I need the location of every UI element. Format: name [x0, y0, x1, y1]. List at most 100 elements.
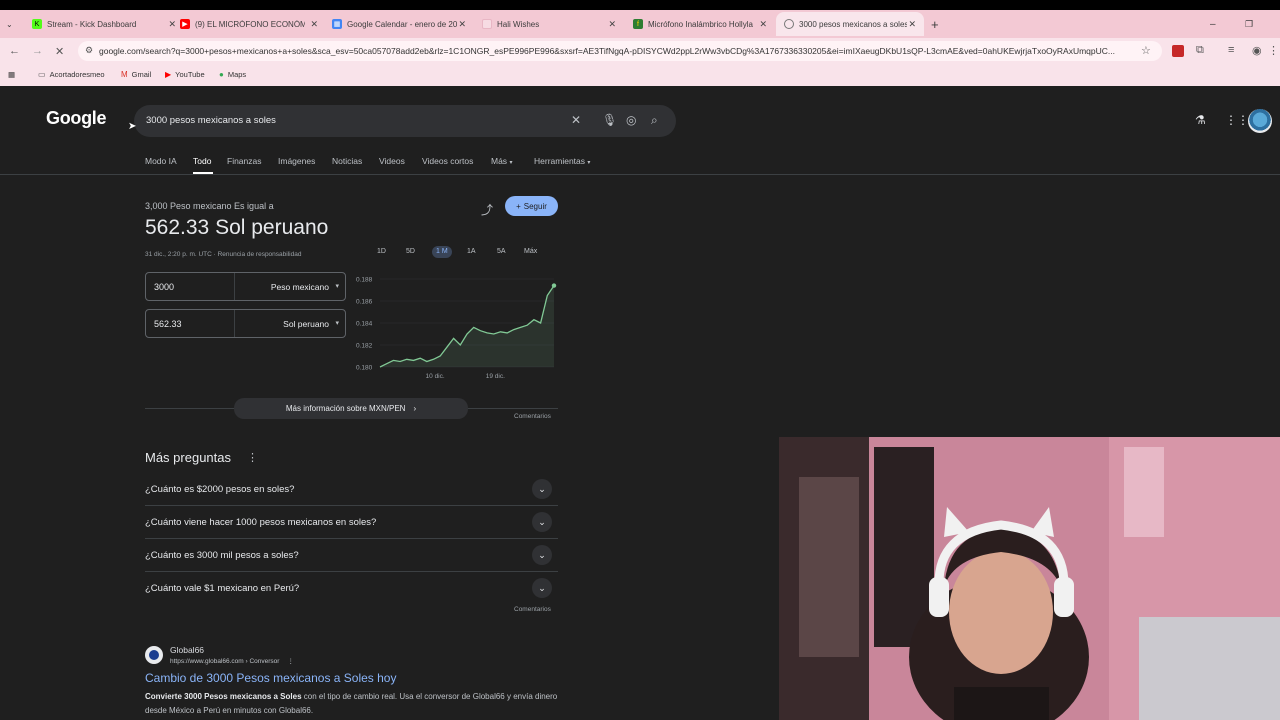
- chevron-down-icon[interactable]: ⌄: [532, 479, 552, 499]
- maximize-icon[interactable]: ❐: [1245, 14, 1253, 34]
- bookmark-item[interactable]: M Gmail: [121, 70, 151, 79]
- paa-question[interactable]: ¿Cuánto es $2000 pesos en soles? ⌄: [145, 473, 558, 506]
- range-5a[interactable]: 5A: [497, 246, 506, 258]
- profile-icon[interactable]: ◉: [1252, 44, 1262, 57]
- more-info-button[interactable]: Más información sobre MXN/PEN ›: [234, 398, 468, 419]
- search-input[interactable]: 3000 pesos mexicanos a soles: [146, 115, 276, 126]
- tab-hali[interactable]: Hali Wishes ✕: [482, 14, 618, 34]
- tab-search-dropdown[interactable]: ⌄: [6, 14, 13, 34]
- tab-microfono[interactable]: f Micrófono Inalámbrico Hollyla ✕: [633, 14, 769, 34]
- extension-icon[interactable]: [1172, 45, 1184, 57]
- back-icon[interactable]: ←: [9, 45, 20, 57]
- range-5d[interactable]: 5D: [406, 246, 415, 258]
- more-options-icon[interactable]: ⋮: [287, 658, 294, 665]
- forward-icon[interactable]: →: [32, 45, 43, 57]
- tab-label: 3000 pesos mexicanos a soles: [799, 19, 907, 29]
- chevron-down-icon[interactable]: ⌄: [532, 512, 552, 532]
- y-tick-label: 0.184: [356, 321, 373, 328]
- chevron-down-icon[interactable]: ⌄: [532, 578, 552, 598]
- y-tick-label: 0.186: [356, 299, 373, 306]
- close-icon[interactable]: ✕: [759, 19, 767, 30]
- to-amount-input[interactable]: 562.33: [154, 319, 182, 329]
- apps-grid-icon[interactable]: ▦: [8, 70, 15, 79]
- google-logo[interactable]: Google: [46, 108, 107, 129]
- bookmark-label: Gmail: [131, 70, 152, 79]
- calendar-icon: ▦: [332, 19, 342, 29]
- to-currency-box[interactable]: 562.33 Sol peruano ▾: [145, 309, 346, 338]
- tab-modo-ia[interactable]: Modo IA: [145, 156, 177, 166]
- tab-calendar[interactable]: ▦ Google Calendar - enero de 20 ✕: [332, 14, 468, 34]
- timestamp-disclaimer[interactable]: 31 dic., 2:20 p. m. UTC · Renuncia de re…: [145, 251, 301, 258]
- apps-grid-icon[interactable]: ⋮⋮: [1225, 113, 1249, 127]
- tab-label: Hali Wishes: [497, 19, 540, 29]
- range-1d[interactable]: 1D: [377, 246, 386, 258]
- from-amount-input[interactable]: 3000: [154, 282, 174, 292]
- data-point: [551, 283, 557, 288]
- paa-question[interactable]: ¿Cuánto vale $1 mexicano en Perú? ⌄: [145, 572, 558, 605]
- tab-noticias[interactable]: Noticias: [332, 156, 362, 166]
- youtube-icon: ▶: [165, 70, 172, 79]
- tab-label: (9) EL MICRÓFONO ECONÓMI: [195, 19, 305, 29]
- caret-down-icon: ▾: [335, 320, 339, 327]
- extensions-puzzle-icon[interactable]: ⧉: [1196, 44, 1204, 57]
- avatar[interactable]: [1248, 109, 1272, 133]
- feedback-link[interactable]: Comentarios: [514, 413, 551, 420]
- tab-youtube[interactable]: ▶ (9) EL MICRÓFONO ECONÓMI ✕: [180, 14, 320, 34]
- result-title-link[interactable]: Cambio de 3000 Pesos mexicanos a Soles h…: [145, 671, 396, 685]
- range-1m[interactable]: 1 M: [432, 246, 452, 258]
- site-info-icon[interactable]: ⚙: [85, 45, 93, 56]
- bookmark-item[interactable]: ● Maps: [219, 70, 246, 79]
- feedback-link[interactable]: Comentarios: [514, 606, 551, 613]
- tab-herramientas[interactable]: Herramientas ▾: [534, 156, 590, 166]
- close-icon[interactable]: ✕: [458, 19, 466, 30]
- kick-icon: K: [32, 19, 42, 29]
- series-area: [380, 285, 554, 367]
- result-site-name[interactable]: Global66: [170, 645, 204, 655]
- tab-finanzas[interactable]: Finanzas: [227, 156, 262, 166]
- from-currency-select[interactable]: Peso mexicano: [271, 282, 329, 292]
- search-box[interactable]: 3000 pesos mexicanos a soles ✕ 🎙 ◎ ⌕: [134, 105, 676, 137]
- webcam-overlay: [779, 437, 1280, 720]
- share-icon[interactable]: ⤴: [481, 201, 493, 218]
- to-currency-select[interactable]: Sol peruano: [283, 319, 329, 329]
- more-options-icon[interactable]: ⋮: [247, 451, 258, 464]
- paa-title: Más preguntas: [145, 450, 231, 465]
- bookmark-item[interactable]: ▶ YouTube: [165, 70, 205, 79]
- exchange-rate-chart[interactable]: 0.188 0.186 0.184 0.182 0.180 10 dic. 19 dic.: [354, 270, 562, 385]
- tab-videos[interactable]: Videos: [379, 156, 405, 166]
- new-tab-button[interactable]: +: [931, 14, 939, 34]
- mute-icon[interactable]: ✕: [168, 19, 176, 30]
- close-icon[interactable]: ✕: [608, 19, 616, 30]
- bookmark-star-icon[interactable]: ☆: [1141, 44, 1151, 57]
- microphone-icon[interactable]: 🎙: [602, 113, 617, 127]
- close-icon[interactable]: ✕: [310, 19, 318, 30]
- tab-kick[interactable]: K Stream - Kick Dashboard ✕: [32, 14, 176, 34]
- clear-icon[interactable]: ✕: [571, 113, 581, 127]
- address-bar[interactable]: ⚙ google.com/search?q=3000+pesos+mexican…: [78, 41, 1162, 61]
- close-icon[interactable]: ✕: [908, 19, 916, 30]
- result-url[interactable]: https://www.global66.com › Conversor ⋮: [170, 657, 294, 665]
- folder-icon: ▭: [38, 70, 46, 79]
- tab-imagenes[interactable]: Imágenes: [278, 156, 315, 166]
- menu-dots-icon[interactable]: ⋮: [1268, 44, 1279, 57]
- follow-button[interactable]: + Seguir: [505, 196, 558, 216]
- from-currency-box[interactable]: 3000 Peso mexicano ▾: [145, 272, 346, 301]
- y-tick-label: 0.182: [356, 343, 373, 350]
- media-controls-icon[interactable]: ≡: [1228, 44, 1234, 56]
- chevron-down-icon[interactable]: ⌄: [532, 545, 552, 565]
- minimize-icon[interactable]: –: [1210, 14, 1216, 34]
- tab-active-search[interactable]: 3000 pesos mexicanos a soles ✕: [776, 12, 924, 36]
- stop-icon[interactable]: ✕: [55, 45, 64, 58]
- tab-mas[interactable]: Más ▾: [491, 156, 512, 166]
- bookmark-item[interactable]: ▭ Acortadoresmeo: [38, 70, 105, 79]
- search-icon[interactable]: ⌕: [651, 113, 658, 128]
- range-max[interactable]: Máx: [524, 246, 537, 258]
- tab-videos-cortos[interactable]: Videos cortos: [422, 156, 473, 166]
- range-1a[interactable]: 1A: [467, 246, 476, 258]
- paa-question[interactable]: ¿Cuánto viene hacer 1000 pesos mexicanos…: [145, 506, 558, 539]
- labs-flask-icon[interactable]: ⚗: [1195, 113, 1206, 127]
- tab-todo[interactable]: Todo: [193, 156, 211, 166]
- lens-icon[interactable]: ◎: [626, 113, 636, 127]
- paa-question[interactable]: ¿Cuánto es 3000 mil pesos a soles? ⌄: [145, 539, 558, 572]
- maps-icon: ●: [219, 70, 224, 79]
